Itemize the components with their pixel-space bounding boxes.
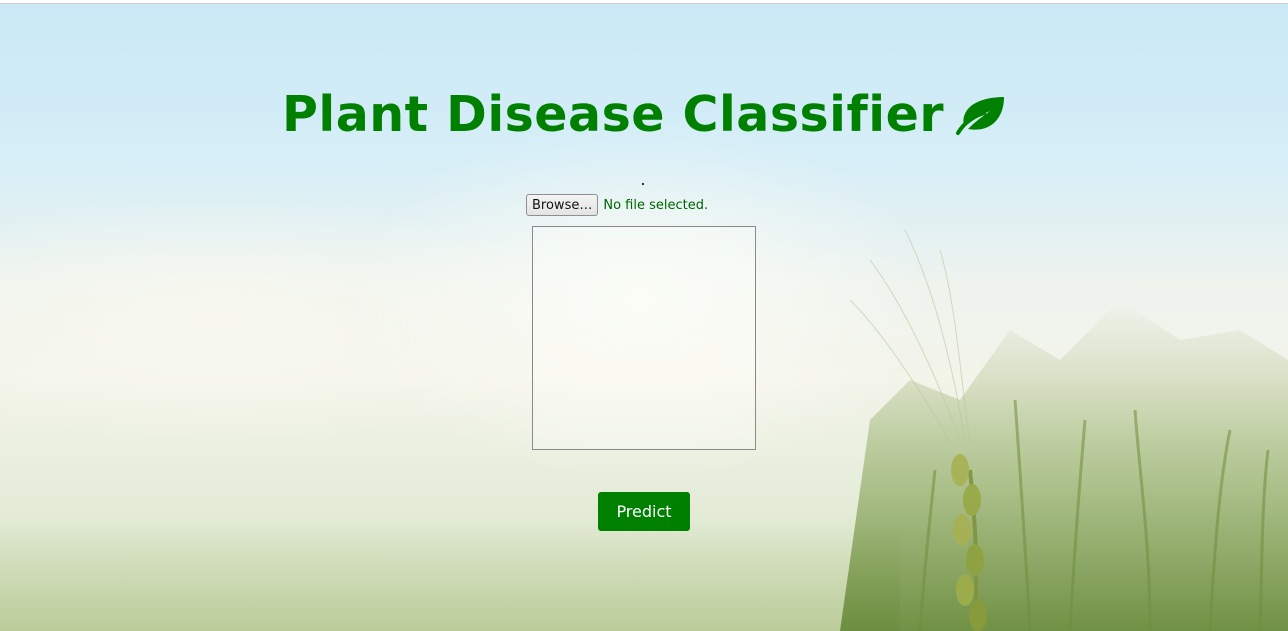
wheat-ear — [951, 454, 987, 631]
page-title: Plant Disease Classifier — [0, 86, 1288, 143]
leaf-icon — [956, 97, 1004, 135]
predict-button[interactable]: Predict — [598, 492, 690, 531]
file-input[interactable]: Browse… No file selected. — [526, 194, 708, 216]
window-top-border — [0, 0, 1288, 4]
image-preview — [532, 226, 756, 450]
separator-dot — [642, 183, 644, 185]
page-title-text: Plant Disease Classifier — [282, 86, 944, 143]
file-status-text: No file selected. — [603, 197, 709, 213]
browse-button[interactable]: Browse… — [526, 194, 599, 216]
